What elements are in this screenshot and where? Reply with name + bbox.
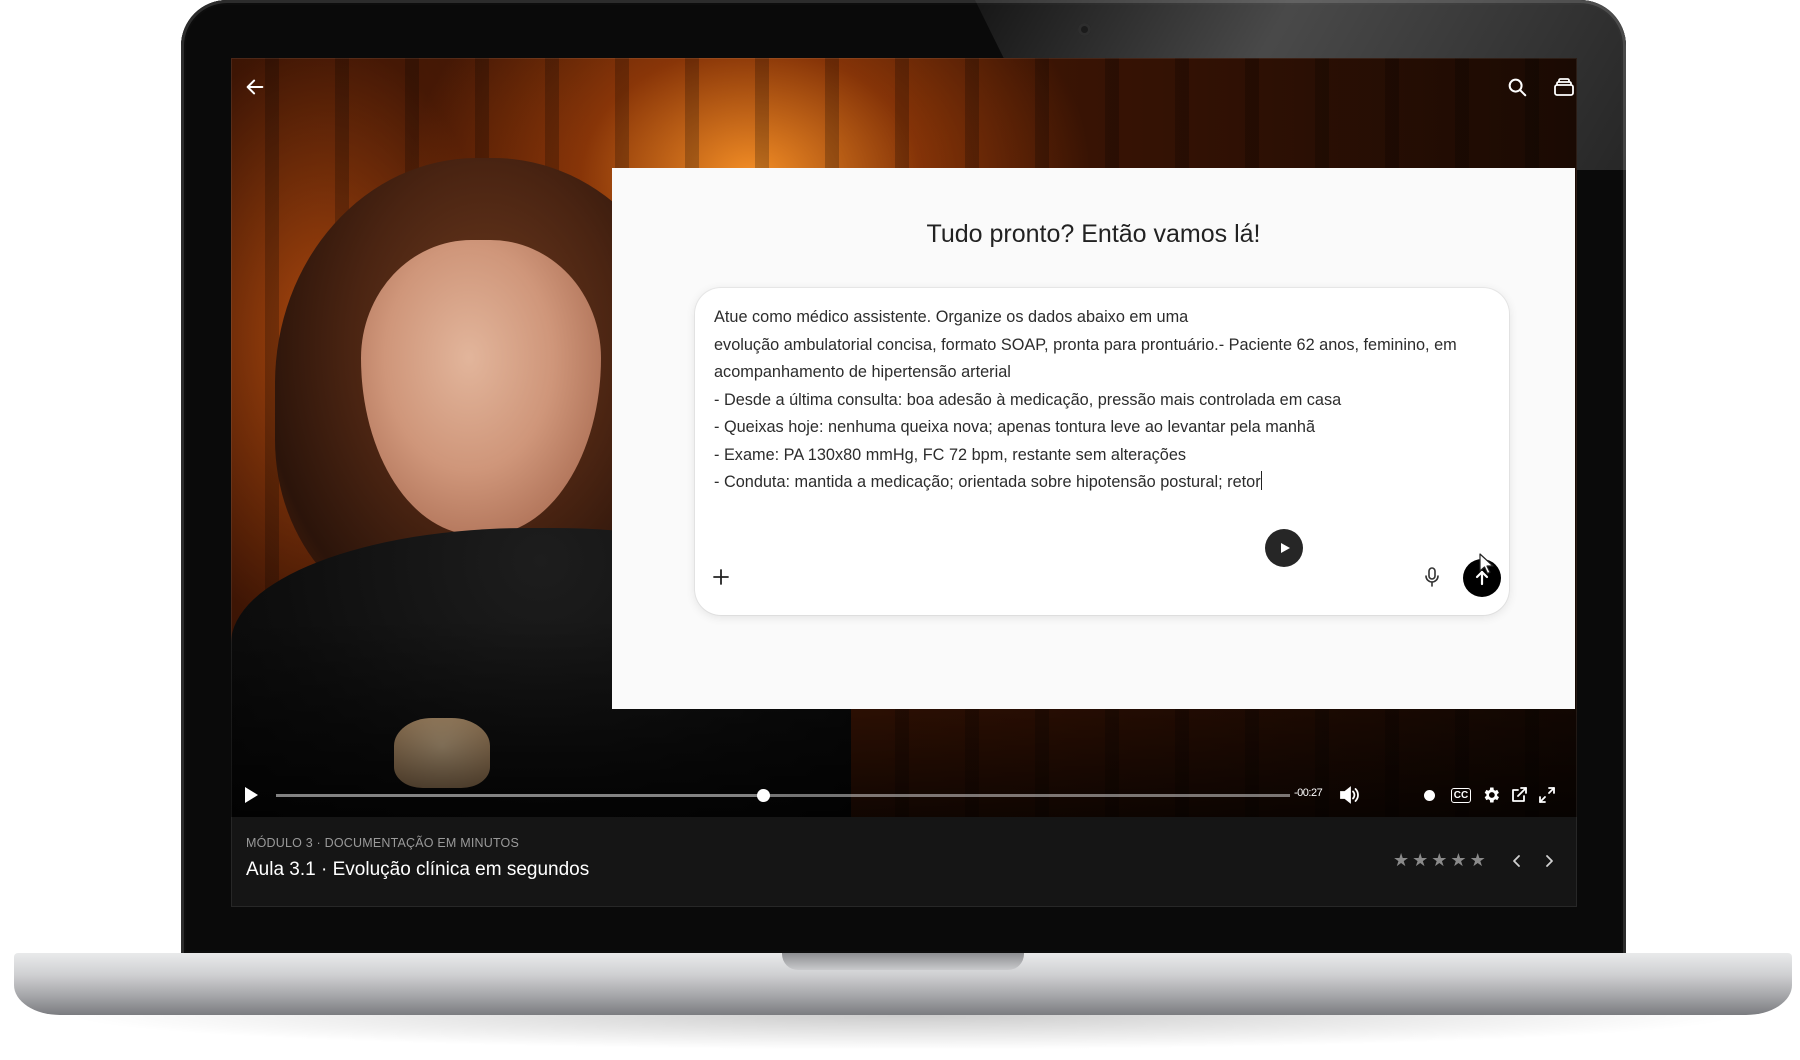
lesson-info-bar: MÓDULO 3 · DOCUMENTAÇÃO EM MINUTOS Aula … [231,817,1577,907]
star-icon[interactable]: ★ [1431,851,1447,869]
external-link-icon [1512,787,1527,802]
search-button[interactable] [1502,72,1532,102]
volume-slider-handle[interactable] [1424,790,1435,801]
rating-stars[interactable]: ★ ★ ★ ★ ★ [1393,851,1486,869]
next-lesson-button[interactable] [1538,850,1560,872]
progress-played [276,794,763,797]
search-icon [1508,78,1527,97]
text-caret [1260,471,1262,490]
prompt-line: - Desde a última consulta: boa adesão à … [714,390,1342,409]
laptop-notch [782,953,1024,970]
mouse-cursor-icon [1479,553,1494,575]
play-icon [245,787,258,803]
laptop-shadow [60,1015,1750,1050]
microphone-icon [1425,567,1439,587]
star-icon[interactable]: ★ [1412,851,1428,869]
lesson-title: Aula 3.1 · Evolução clínica em segundos [246,859,590,880]
webcam [1078,23,1091,36]
volume-button[interactable] [1336,782,1362,808]
volume-icon [1340,786,1359,804]
play-icon [1281,543,1290,553]
back-button[interactable] [240,72,270,102]
prompt-line: evolução ambulatorial concisa, formato S… [714,335,1457,382]
prompt-line: - Exame: PA 130x80 mmHg, FC 72 bpm, rest… [714,445,1187,464]
gear-icon [1484,787,1499,803]
prompt-overlay-card: Tudo pronto? Então vamos lá! Atue como m… [612,168,1575,709]
fullscreen-button[interactable] [1534,782,1560,808]
video-player-screen: Tudo pronto? Então vamos lá! Atue como m… [231,58,1577,907]
star-icon[interactable]: ★ [1450,851,1466,869]
popout-button[interactable] [1506,782,1532,808]
overlay-title: Tudo pronto? Então vamos lá! [926,220,1261,248]
arrow-left-icon [246,79,264,95]
stacked-layers-icon [1554,78,1574,96]
play-button[interactable] [238,782,264,808]
prompt-line: Atue como médico assistente. Organize os… [714,308,1189,326]
library-button[interactable] [1549,72,1577,102]
attach-button[interactable] [709,565,733,589]
star-icon[interactable]: ★ [1393,851,1409,869]
plus-icon [713,569,729,585]
captions-button[interactable]: CC [1447,782,1475,808]
prompt-line: - Queixas hoje: nenhuma queixa nova; ape… [714,418,1315,436]
previous-lesson-button[interactable] [1506,850,1528,872]
star-icon[interactable]: ★ [1470,851,1486,869]
time-remaining: -00:27 [1294,787,1323,799]
mic-button[interactable] [1419,564,1445,590]
settings-button[interactable] [1478,782,1504,808]
chevron-right-icon [1546,855,1553,867]
chevron-left-icon [1513,855,1520,867]
captions-icon: CC [1450,787,1472,803]
center-play-button[interactable] [1265,529,1303,567]
prompt-text[interactable]: Atue como médico assistente. Organize os… [714,304,1499,497]
fullscreen-icon [1539,787,1555,803]
progress-bar[interactable] [276,789,1290,802]
prompt-input-box[interactable]: Atue como médico assistente. Organize os… [695,288,1509,615]
module-label: MÓDULO 3 · DOCUMENTAÇÃO EM MINUTOS [246,836,520,850]
progress-handle[interactable] [756,789,770,802]
prompt-line: - Conduta: mantida a medicação; orientad… [714,473,1261,491]
